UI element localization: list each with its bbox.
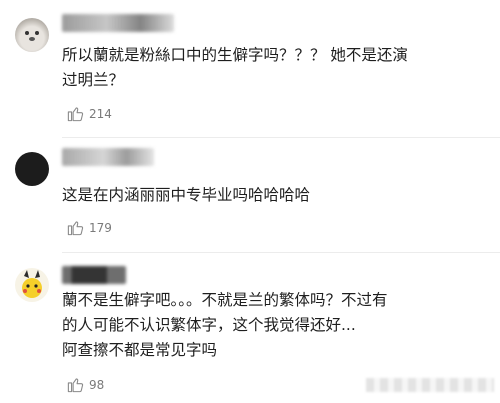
comment-line: 这是在内涵丽丽中专毕业吗哈哈哈哈 xyxy=(62,186,311,204)
pikachu-avatar-image xyxy=(22,270,42,298)
thumbs-up-icon xyxy=(67,107,84,122)
comment-text: 蘭不是生僻字吧。。。不就是兰的繁体吗？不过有 的人可能不认识繁体字，这个我觉得还… xyxy=(62,288,482,363)
username-redacted[interactable] xyxy=(62,14,174,32)
thumbs-up-icon xyxy=(67,221,84,236)
like-count: 98 xyxy=(89,377,105,392)
avatar[interactable] xyxy=(15,268,49,302)
divider xyxy=(62,252,500,253)
comment-line: 过明兰？ xyxy=(62,71,125,89)
comment-line: 蘭不是生僻字吧。。。不就是兰的繁体吗？不过有 xyxy=(62,291,388,309)
comment-line: 所以蘭就是粉絲口中的生僻字吗？？？ 她不是还演 xyxy=(62,46,408,64)
comment-text: 所以蘭就是粉絲口中的生僻字吗？？？ 她不是还演 过明兰？ xyxy=(62,43,482,93)
like-count: 179 xyxy=(89,220,112,235)
divider xyxy=(62,137,500,138)
avatar[interactable] xyxy=(15,18,49,52)
like-button[interactable]: 214 xyxy=(66,104,112,123)
like-button[interactable]: 98 xyxy=(66,375,104,394)
username-redacted[interactable] xyxy=(62,148,154,166)
comment-line: 的人可能不认识繁体字，这个我觉得还好... xyxy=(62,316,356,334)
comment-line: 阿查擦不都是常见字吗 xyxy=(62,341,218,359)
like-button[interactable]: 179 xyxy=(66,218,112,237)
like-count: 214 xyxy=(89,106,112,121)
thumbs-up-icon xyxy=(67,378,84,393)
username-redacted[interactable] xyxy=(62,266,126,284)
watermark xyxy=(366,378,494,392)
seal-avatar-image xyxy=(25,31,39,41)
avatar[interactable] xyxy=(15,152,49,186)
comment-text: 这是在内涵丽丽中专毕业吗哈哈哈哈 xyxy=(62,183,482,208)
